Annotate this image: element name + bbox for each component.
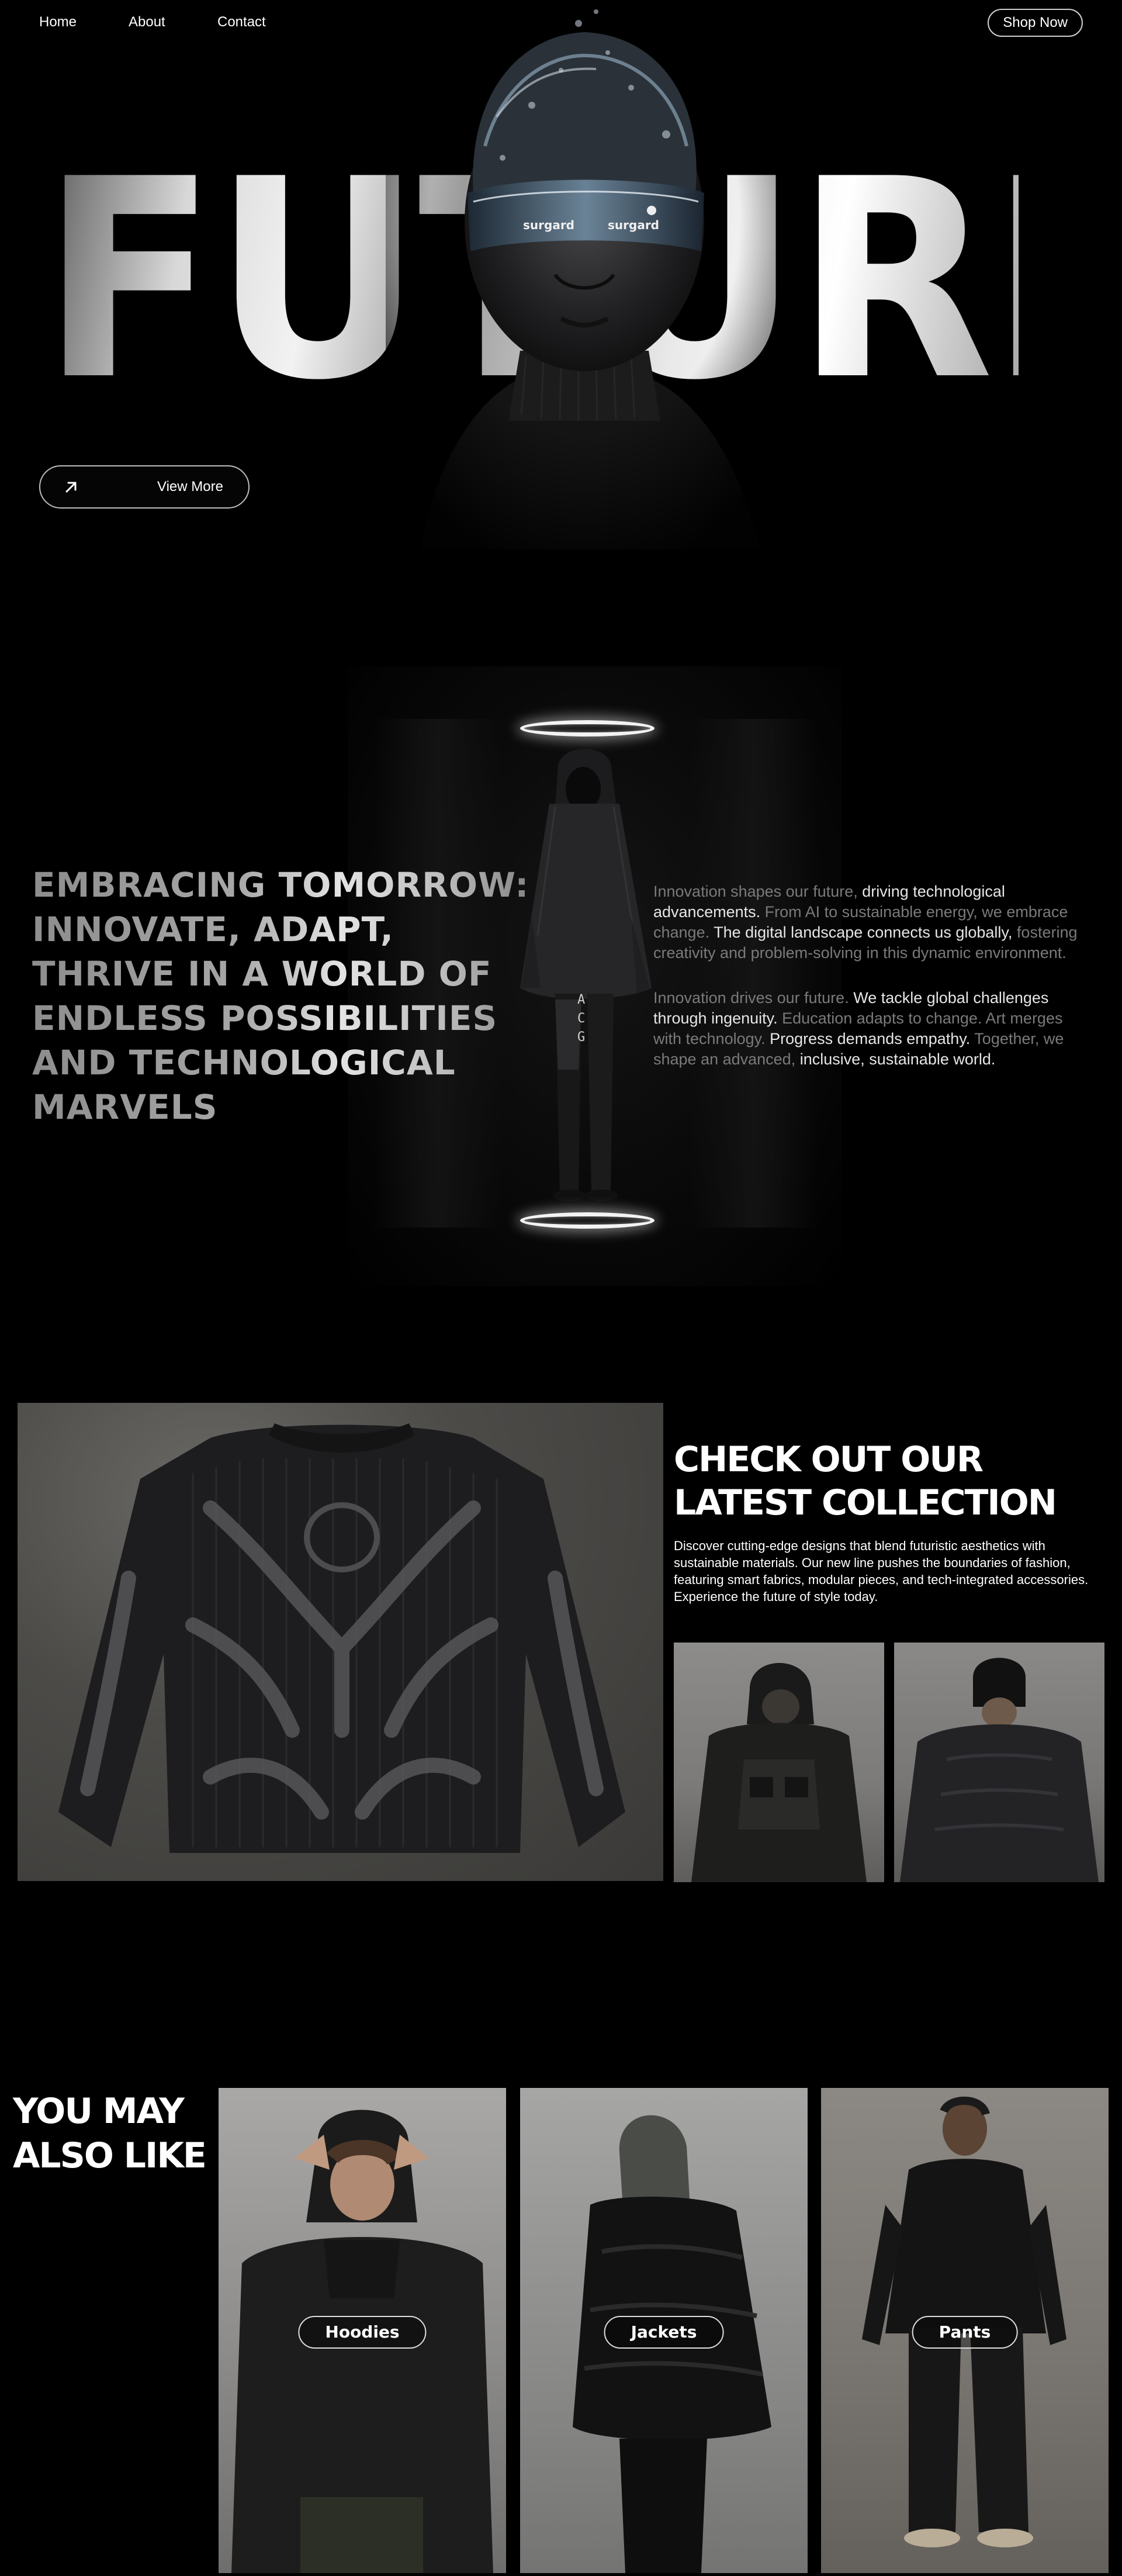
top-nav: Home About Contact Shop Now bbox=[0, 0, 1122, 46]
arrow-up-right-icon bbox=[65, 482, 77, 493]
sweater-image[interactable] bbox=[18, 1403, 663, 1881]
nav-home-link[interactable]: Home bbox=[39, 14, 77, 30]
section-heading: EMBRACING TOMORROW: INNOVATE, ADAPT, THR… bbox=[32, 863, 546, 1129]
background-pillar bbox=[690, 719, 818, 1228]
light-ring-bottom bbox=[520, 1212, 654, 1229]
collection-title: CHECK OUT OUR LATEST COLLECTION bbox=[674, 1439, 1057, 1523]
light-ring-top bbox=[520, 720, 654, 737]
category-card-pants[interactable]: Pants bbox=[821, 2088, 1109, 2573]
shop-now-button[interactable]: Shop Now bbox=[988, 9, 1083, 37]
hooded-figure-image bbox=[520, 749, 652, 1201]
embracing-tomorrow-section: EMBRACING TOMORROW: INNOVATE, ADAPT, THR… bbox=[0, 661, 1122, 1303]
nav-about-link[interactable]: About bbox=[129, 14, 165, 30]
category-card-jackets[interactable]: Jackets bbox=[520, 2088, 808, 2573]
para1-text: Innovation shapes our future, bbox=[653, 883, 863, 900]
view-more-label: View More bbox=[157, 479, 223, 495]
para1-text: From AI to sustainable energy, bbox=[760, 903, 982, 921]
hero-figure-image: surgard surgard bbox=[386, 0, 783, 549]
category-label-pants[interactable]: Pants bbox=[912, 2316, 1018, 2349]
latest-collection-section: CHECK OUT OUR LATEST COLLECTION Discover… bbox=[0, 1403, 1122, 1882]
collection-photo-puffer-jacket[interactable] bbox=[894, 1643, 1104, 1882]
para1-text: The digital landscape connects us global… bbox=[709, 924, 1017, 941]
category-label-hoodies[interactable]: Hoodies bbox=[298, 2316, 427, 2349]
view-more-button[interactable]: View More bbox=[39, 465, 250, 509]
nav-contact-link[interactable]: Contact bbox=[217, 14, 266, 30]
collection-photo-hooded-jacket[interactable] bbox=[674, 1643, 884, 1882]
hero-section: FUTURE bbox=[0, 0, 1122, 585]
para2-text: Progress demands empathy. bbox=[770, 1030, 971, 1047]
recommendations-title: YOU MAY ALSO LIKE bbox=[13, 2091, 207, 2176]
collection-description: Discover cutting-edge designs that blend… bbox=[674, 1538, 1089, 1604]
garment-print: ACG bbox=[577, 993, 586, 1045]
para2-text: inclusive, sustainable world. bbox=[799, 1050, 996, 1068]
intro-paragraph-2: Innovation drives our future. We tackle … bbox=[653, 988, 1086, 1070]
para2-text: Innovation drives our future. bbox=[653, 989, 854, 1007]
intro-paragraph-1: Innovation shapes our future, driving te… bbox=[653, 881, 1086, 963]
category-label-jackets[interactable]: Jackets bbox=[604, 2316, 724, 2349]
you-may-also-like-section: YOU MAY ALSO LIKE Hoodies Jackets Pants bbox=[0, 2081, 1122, 2576]
category-card-hoodies[interactable]: Hoodies bbox=[219, 2088, 506, 2573]
